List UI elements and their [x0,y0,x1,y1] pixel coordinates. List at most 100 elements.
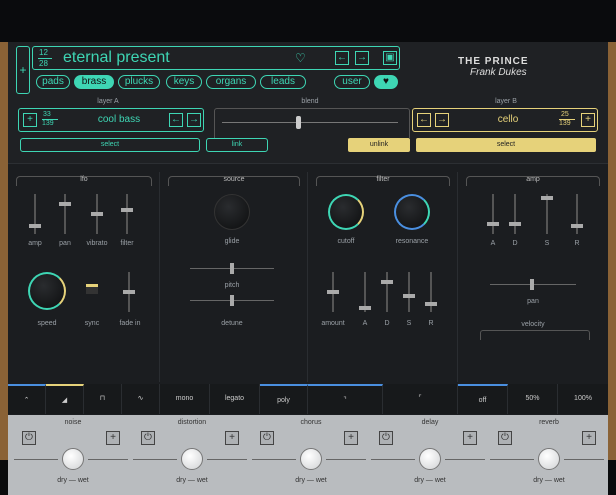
fx-title: delay [421,419,439,426]
amp-D-slider[interactable] [509,194,521,234]
blend-slider-handle[interactable] [296,116,301,129]
header: + 12 28 eternal present ♡ ← → ▣ pads bras… [8,42,608,164]
filter-amount-slider[interactable] [327,272,339,312]
lowpass-icon[interactable]: ⌝ [308,384,383,414]
layer-b-name[interactable]: cello [473,114,543,125]
category-tab-keys[interactable]: keys [166,75,202,89]
velocity-100-button[interactable]: 100% [558,384,608,414]
detune-slider[interactable] [190,295,274,306]
blend-title: blend [301,98,319,105]
next-preset-button[interactable]: → [355,51,369,65]
layer-a-prev-button[interactable]: ← [169,113,183,127]
lfo-speed-knob[interactable] [28,272,66,310]
fx-power-icon[interactable]: ⏻ [379,431,393,445]
lfo-amp-slider[interactable] [29,194,41,234]
dry-wet-knob[interactable] [300,448,322,470]
velocity-frame [480,330,590,340]
velocity-row: off 50% 100% [458,384,608,414]
source-section: source glide pitch detune [160,172,308,382]
velocity-label: velocity [508,321,558,328]
category-tab-pads[interactable]: pads [36,75,70,89]
poly-button[interactable]: poly [260,384,308,414]
dry-wet-knob[interactable] [62,448,84,470]
category-tab-organs[interactable]: organs [206,75,256,89]
layer-a-title: layer A [97,98,119,105]
velocity-50-button[interactable]: 50% [508,384,558,414]
highpass-icon[interactable]: ⌜ [383,384,458,414]
filter-S-slider[interactable] [403,272,415,312]
layer-b-add-button[interactable]: + [581,113,595,127]
amp-D-label: D [512,240,518,247]
fx-chorus: chorus ⏻ + dry — wet [252,415,370,495]
preset-name[interactable]: eternal present [63,49,170,67]
glide-label: glide [224,238,240,245]
layer-b-prev-button[interactable]: ← [417,113,431,127]
layer-a-add-button[interactable]: + [23,113,37,127]
save-icon[interactable]: ▣ [383,51,397,65]
fx-add-button[interactable]: + [463,431,477,445]
detune-label: detune [221,320,243,327]
prev-preset-button[interactable]: ← [335,51,349,65]
filter-R-slider[interactable] [425,272,437,312]
favorite-heart-icon[interactable]: ♡ [295,51,306,65]
fx-add-button[interactable]: + [344,431,358,445]
wave-triangle-icon[interactable]: ⌃ [8,384,46,414]
cutoff-label: cutoff [337,238,355,245]
filter-D-slider[interactable] [381,272,393,312]
layer-a-name[interactable]: cool bass [79,114,159,125]
wave-square-icon[interactable]: ⊓ [84,384,122,414]
filter-R-label: R [428,320,434,327]
signal-line [371,459,415,460]
fx-add-button[interactable]: + [225,431,239,445]
wave-saw-icon[interactable]: ◢ [46,384,84,414]
dry-wet-knob[interactable] [538,448,560,470]
category-tab-leads[interactable]: leads [260,75,306,89]
fx-reverb: reverb ⏻ + dry — wet [490,415,608,495]
fx-power-icon[interactable]: ⏻ [141,431,155,445]
dry-wet-knob[interactable] [419,448,441,470]
velocity-off-button[interactable]: off [458,384,508,414]
mono-button[interactable]: mono [160,384,210,414]
fx-add-button[interactable]: + [106,431,120,445]
fx-rack: noise ⏻ + dry — wet distortion ⏻ + dry — wet cho… [8,415,608,495]
dry-wet-knob[interactable] [181,448,203,470]
lfo-vibrato-slider[interactable] [91,194,103,234]
source-title: source [168,176,300,186]
category-tab-brass[interactable]: brass [74,75,114,89]
fx-add-button[interactable]: + [582,431,596,445]
lfo-fade-in-slider[interactable] [123,272,135,312]
cutoff-knob[interactable] [328,194,364,230]
user-button[interactable]: user [334,75,370,89]
add-preset-button[interactable]: + [16,46,30,94]
resonance-label: resonance [395,238,429,245]
amp-pan-slider[interactable] [490,279,576,290]
layer-b-next-button[interactable]: → [435,113,449,127]
lfo-filter-slider[interactable] [121,194,133,234]
unlink-button[interactable]: unlink [348,138,410,152]
category-tab-plucks[interactable]: plucks [118,75,160,89]
lfo-sync-toggle[interactable] [86,284,98,294]
glide-knob[interactable] [214,194,250,230]
fx-power-icon[interactable]: ⏻ [260,431,274,445]
layer-a-next-button[interactable]: → [187,113,201,127]
favorites-heart-icon[interactable]: ♥ [374,75,398,89]
pitch-slider[interactable] [190,263,274,274]
lfo-pan-slider[interactable] [59,194,71,234]
wave-random-icon[interactable]: ∿ [122,384,160,414]
filter-A-slider[interactable] [359,272,371,312]
signal-line [564,459,604,460]
layer-a-select-button[interactable]: select [20,138,200,152]
amp-A-slider[interactable] [487,194,499,234]
blend-slider-track[interactable] [222,122,398,123]
filter-title: filter [316,176,450,186]
amp-S-slider[interactable] [541,194,553,234]
amp-R-slider[interactable] [571,194,583,234]
legato-button[interactable]: legato [210,384,260,414]
resonance-knob[interactable] [394,194,430,230]
preset-total: 28 [39,59,48,68]
layer-b-select-button[interactable]: select [416,138,596,152]
link-button[interactable]: link [206,138,268,152]
fx-power-icon[interactable]: ⏻ [22,431,36,445]
layer-a-index: 33 [43,111,51,118]
fx-power-icon[interactable]: ⏻ [498,431,512,445]
